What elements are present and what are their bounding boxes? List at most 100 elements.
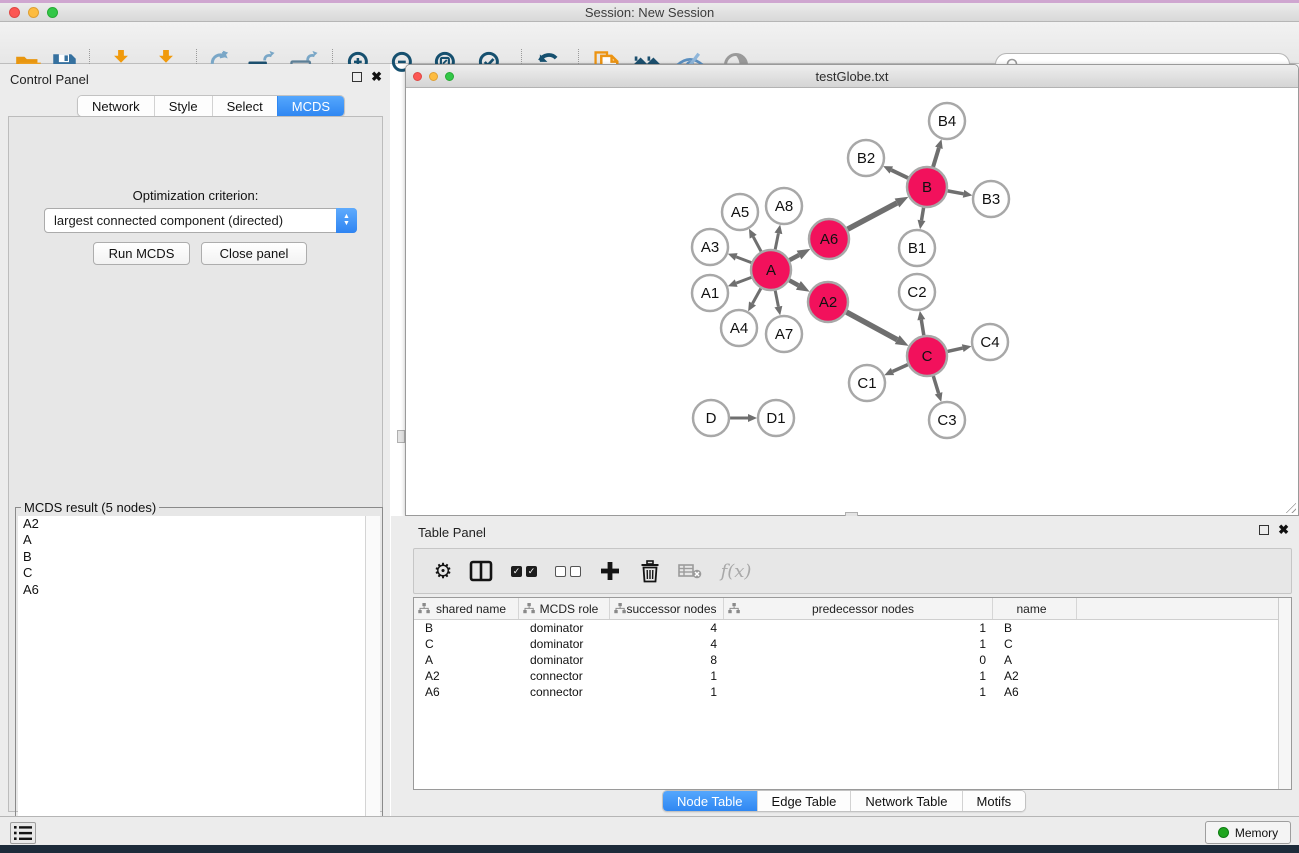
node-B3[interactable]: B3	[973, 181, 1009, 217]
column-header-predecessor-nodes[interactable]: predecessor nodes	[724, 598, 993, 619]
svg-text:B4: B4	[938, 113, 956, 130]
edge-C-C3[interactable]	[933, 376, 938, 393]
node-A7[interactable]: A7	[766, 316, 802, 352]
delete-table-button[interactable]	[670, 553, 710, 589]
close-panel-button[interactable]: Close panel	[201, 242, 307, 265]
column-header-name[interactable]: name	[993, 598, 1077, 619]
node-D1[interactable]: D1	[758, 400, 794, 436]
column-header-shared-name[interactable]: shared name	[414, 598, 519, 619]
table-float-icon[interactable]	[1259, 525, 1269, 535]
edge-A-A1[interactable]	[736, 277, 751, 283]
node-table: shared name MCDS role successor nodes pr…	[413, 597, 1292, 790]
node-C1[interactable]: C1	[849, 365, 885, 401]
node-A5[interactable]: A5	[722, 194, 758, 230]
edge-B-B2[interactable]	[891, 170, 908, 178]
edge-C-C4[interactable]	[948, 348, 963, 351]
node-layer[interactable]: A A1 A2 A3 A4 A5 A6 A7 A8 B B1 B2 B3 B4 C C1 C2 C3 C4 D D1	[692, 103, 1009, 438]
network-window-titlebar[interactable]: testGlobe.txt	[406, 65, 1298, 88]
result-scrollbar[interactable]	[365, 516, 380, 848]
table-scrollbar[interactable]	[1278, 598, 1291, 789]
network-canvas[interactable]: A A1 A2 A3 A4 A5 A6 A7 A8 B B1 B2 B3 B4 C C1 C2 C3 C4 D D1	[406, 88, 1298, 515]
run-mcds-button[interactable]: Run MCDS	[93, 242, 190, 265]
table-body[interactable]: Bdominator41BCdominator41CAdominator80AA…	[414, 620, 1291, 700]
node-B4[interactable]: B4	[929, 103, 965, 139]
edge-A-A2[interactable]	[789, 280, 798, 285]
column-header-mcds-role[interactable]: MCDS role	[519, 598, 610, 619]
result-item-a6[interactable]: A6	[18, 582, 365, 598]
edge-A-A6[interactable]	[790, 255, 800, 260]
tab-select[interactable]: Select	[212, 96, 277, 116]
mcds-result-group: MCDS result (5 nodes) A2ABCA6	[15, 507, 383, 851]
node-A1[interactable]: A1	[692, 275, 728, 311]
node-B1[interactable]: B1	[899, 230, 935, 266]
mcds-result-list[interactable]: A2ABCA6	[18, 516, 365, 848]
edge-A-A4[interactable]	[753, 288, 761, 303]
node-A8[interactable]: A8	[766, 188, 802, 224]
node-A4[interactable]: A4	[721, 310, 757, 346]
node-C3[interactable]: C3	[929, 402, 965, 438]
float-panel-icon[interactable]	[352, 72, 362, 82]
table-header-row[interactable]: shared name MCDS role successor nodes pr…	[414, 598, 1291, 620]
deselect-all-button[interactable]	[546, 553, 590, 589]
table-row[interactable]: A2connector11A2	[414, 668, 1291, 684]
tab-mcds[interactable]: MCDS	[277, 96, 344, 116]
memory-status-dot	[1218, 827, 1229, 838]
node-B2[interactable]: B2	[848, 140, 884, 176]
edge-A2-C[interactable]	[846, 312, 897, 340]
node-A6[interactable]: A6	[809, 219, 849, 259]
optimization-criterion-select[interactable]: largest connected component (directed) ▲…	[44, 208, 357, 233]
control-panel: Control Panel ✖ NetworkStyleSelectMCDS O…	[0, 64, 390, 816]
edge-A-A7[interactable]	[775, 291, 778, 307]
edge-A6-B[interactable]	[848, 203, 897, 229]
edge-A-A8[interactable]	[775, 233, 778, 249]
edge-C-C2[interactable]	[921, 320, 924, 336]
network-graph[interactable]: A A1 A2 A3 A4 A5 A6 A7 A8 B B1 B2 B3 B4 C C1 C2 C3 C4 D D1	[406, 88, 1298, 515]
svg-text:C3: C3	[937, 412, 956, 429]
result-item-b[interactable]: B	[18, 549, 365, 565]
node-C4[interactable]: C4	[972, 324, 1008, 360]
node-A[interactable]: A	[751, 250, 791, 290]
edge-A-A5[interactable]	[753, 237, 761, 252]
tab-network[interactable]: Network	[78, 96, 154, 116]
vertical-splitter-grip[interactable]	[397, 430, 405, 443]
status-menu-button[interactable]	[10, 822, 36, 844]
create-column-button[interactable]	[590, 553, 630, 589]
edge-B-B3[interactable]	[948, 191, 964, 194]
select-all-button[interactable]: ✓✓	[502, 553, 546, 589]
tab-edge-table[interactable]: Edge Table	[757, 791, 851, 811]
result-item-a[interactable]: A	[18, 532, 365, 548]
delete-table-icon	[678, 562, 702, 580]
node-C[interactable]: C	[907, 336, 947, 376]
table-toolbar: ⚙ ✓✓	[413, 548, 1292, 594]
node-A3[interactable]: A3	[692, 229, 728, 265]
function-builder-button[interactable]: f(x)	[710, 553, 762, 589]
tab-node-table[interactable]: Node Table	[663, 791, 757, 811]
table-row[interactable]: Cdominator41C	[414, 636, 1291, 652]
column-visibility-button[interactable]	[460, 553, 502, 589]
node-C2[interactable]: C2	[899, 274, 935, 310]
memory-button[interactable]: Memory	[1205, 821, 1291, 844]
main-toolbar	[0, 22, 1299, 64]
delete-column-button[interactable]	[630, 553, 670, 589]
result-item-a2[interactable]: A2	[18, 516, 365, 532]
node-D[interactable]: D	[693, 400, 729, 436]
tab-motifs[interactable]: Motifs	[962, 791, 1026, 811]
table-row[interactable]: Bdominator41B	[414, 620, 1291, 636]
tab-network-table[interactable]: Network Table	[850, 791, 961, 811]
table-row[interactable]: A6connector11A6	[414, 684, 1291, 700]
node-B[interactable]: B	[907, 167, 947, 207]
tab-style[interactable]: Style	[154, 96, 212, 116]
table-settings-button[interactable]: ⚙	[426, 553, 460, 589]
table-tabbar: Node TableEdge TableNetwork TableMotifs	[662, 790, 1026, 812]
edge-B-B1[interactable]	[922, 208, 924, 221]
table-row[interactable]: Adominator80A	[414, 652, 1291, 668]
result-item-c[interactable]: C	[18, 565, 365, 581]
close-panel-icon[interactable]: ✖	[371, 72, 382, 82]
column-header-successor-nodes[interactable]: successor nodes	[610, 598, 724, 619]
node-A2[interactable]: A2	[808, 282, 848, 322]
edge-C-C1[interactable]	[893, 365, 908, 372]
edge-A-A3[interactable]	[736, 257, 751, 263]
edge-B-B4[interactable]	[933, 148, 939, 167]
unchecked-checkboxes-icon	[555, 566, 581, 577]
table-close-icon[interactable]: ✖	[1278, 525, 1289, 535]
